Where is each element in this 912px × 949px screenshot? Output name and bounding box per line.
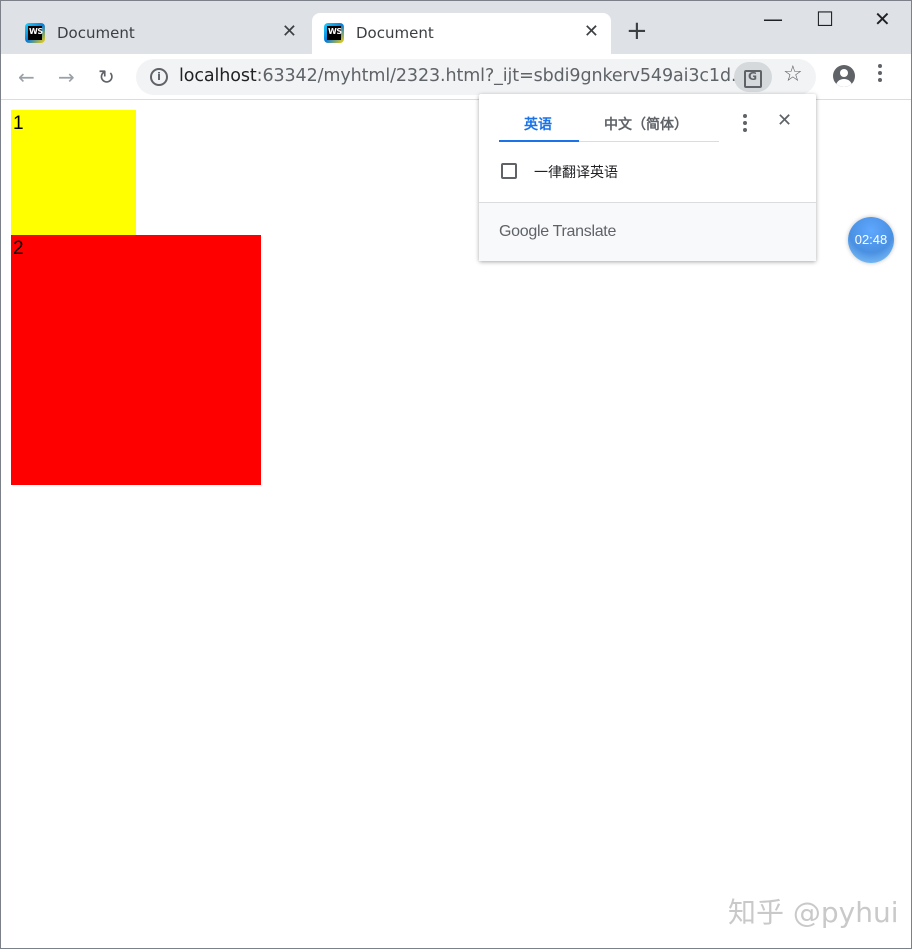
popup-footer: Google Translate xyxy=(479,203,816,261)
always-translate-checkbox[interactable] xyxy=(501,163,517,179)
webstorm-favicon-icon: WS xyxy=(324,23,344,43)
translate-tab-chinese[interactable]: 中文（简体） xyxy=(604,114,688,134)
forward-arrow-icon[interactable]: → xyxy=(58,65,75,89)
browser-menu-icon[interactable] xyxy=(878,64,882,85)
tab-title: Document xyxy=(356,24,434,42)
back-arrow-icon[interactable]: ← xyxy=(18,65,35,89)
url-text[interactable]: localhost:63342/myhtml/2323.html?_ijt=sb… xyxy=(179,66,747,86)
window-close-button[interactable]: ✕ xyxy=(874,7,891,31)
reload-icon[interactable]: ↻ xyxy=(98,65,115,89)
timer-text: 02:48 xyxy=(854,232,888,247)
address-bar[interactable]: i localhost:63342/myhtml/2323.html?_ijt=… xyxy=(136,59,816,95)
translate-tab-english[interactable]: 英语 xyxy=(524,114,552,134)
watermark-text: 知乎 @pyhui xyxy=(728,896,899,929)
url-host: localhost xyxy=(179,66,257,86)
tab-document-2[interactable]: WS Document ✕ xyxy=(312,13,611,55)
new-tab-button[interactable]: + xyxy=(626,18,648,44)
minimize-button[interactable]: — xyxy=(763,7,783,31)
bookmark-star-icon[interactable]: ☆ xyxy=(783,62,803,87)
tab-close-icon[interactable]: ✕ xyxy=(584,21,599,42)
google-translate-logo: Google Translate xyxy=(499,223,617,240)
maximize-button[interactable]: ☐ xyxy=(816,7,834,31)
always-translate-label[interactable]: 一律翻译英语 xyxy=(534,162,618,182)
red-box-2: 2 xyxy=(11,235,261,485)
tab-close-icon[interactable]: ✕ xyxy=(282,21,297,42)
webstorm-favicon-icon: WS xyxy=(25,23,45,43)
timer-badge[interactable]: 02:48 xyxy=(848,217,894,263)
account-icon[interactable] xyxy=(833,65,855,87)
more-options-icon[interactable] xyxy=(743,114,747,135)
tab-document-1[interactable]: WS Document ✕ xyxy=(13,13,309,55)
site-info-icon[interactable]: i xyxy=(150,68,168,86)
popup-close-icon[interactable]: ✕ xyxy=(777,110,792,131)
url-path: :63342/myhtml/2323.html?_ijt=sbdi9gnkerv… xyxy=(256,66,748,86)
box-label-1: 1 xyxy=(13,113,24,134)
active-tab-underline xyxy=(499,140,579,142)
translate-icon[interactable]: G xyxy=(734,62,772,92)
box-label-2: 2 xyxy=(13,238,24,259)
tab-strip: WS Document ✕ WS Document ✕ + — ☐ ✕ xyxy=(1,1,911,55)
tab-title: Document xyxy=(57,24,135,42)
yellow-box-1: 1 xyxy=(11,110,136,235)
translate-popup: 英语 中文（简体） ✕ 一律翻译英语 Google Translate xyxy=(479,94,816,261)
